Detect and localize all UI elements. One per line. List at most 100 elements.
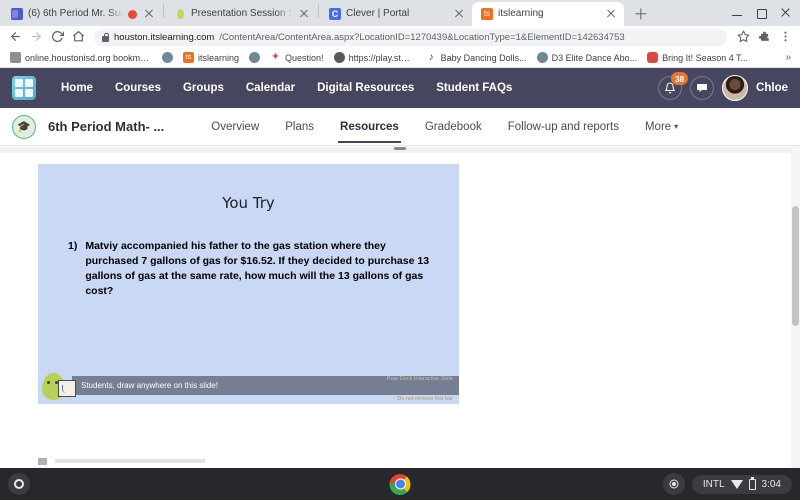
back-icon[interactable] xyxy=(6,28,24,46)
presentation-slide[interactable]: You Try 1) Matviy accompanied his father… xyxy=(38,164,459,404)
nav-item-courses[interactable]: Courses xyxy=(104,82,172,94)
nav-right-group: 38 Chloe xyxy=(658,75,788,101)
close-icon[interactable] xyxy=(142,7,156,21)
browser-tab-itslearning[interactable]: itslearning xyxy=(472,2,624,26)
close-icon[interactable] xyxy=(604,7,618,21)
course-tab-resources[interactable]: Resources xyxy=(327,110,412,143)
folder-icon xyxy=(10,52,21,63)
bookmark-item[interactable]: itslearning xyxy=(179,50,243,65)
nav-item-groups[interactable]: Groups xyxy=(172,82,235,94)
new-tab-button[interactable] xyxy=(630,3,652,25)
peardeck-note-line2: Do not remove this bar xyxy=(397,396,453,402)
bookmarks-overflow-button[interactable]: » xyxy=(785,52,794,63)
peardeck-bar: Students, draw anywhere on this slide! P… xyxy=(72,376,459,395)
globe-icon xyxy=(537,52,548,63)
system-status-area[interactable]: INTL 3:04 xyxy=(663,473,792,495)
bookmark-star-icon[interactable] xyxy=(734,28,752,46)
tab-strip: (6) 6th Period Mr. Suckie (M Presentatio… xyxy=(0,0,800,26)
extensions-icon[interactable] xyxy=(755,28,773,46)
nav-item-student-faqs[interactable]: Student FAQs xyxy=(425,82,523,94)
course-tab-more[interactable]: More▾ xyxy=(632,110,691,143)
close-window-button[interactable] xyxy=(774,3,796,23)
network-label: INTL xyxy=(703,479,725,490)
bookmark-label: Bring It! Season 4 T... xyxy=(662,53,748,63)
bookmark-label: Question! xyxy=(285,53,324,63)
bookmark-item[interactable]: ✦ Question! xyxy=(266,50,328,65)
graduation-cap-icon: 🎓 xyxy=(12,115,36,139)
system-shelf: INTL 3:04 xyxy=(0,468,800,500)
easel-icon xyxy=(58,380,76,397)
page-scrollbar[interactable] xyxy=(791,146,800,468)
course-tab-overview[interactable]: Overview xyxy=(198,110,272,143)
bookmark-label: Baby Dancing Dolls... xyxy=(441,53,527,63)
window-controls xyxy=(726,3,796,23)
tab-divider xyxy=(318,4,319,18)
bookmark-label: https://play.stmath.... xyxy=(349,53,416,63)
bookmarks-bar: online.houstonisd.org bookmarks itslearn… xyxy=(0,48,800,68)
dolls-icon: ♪ xyxy=(426,52,437,63)
nav-item-digital-resources[interactable]: Digital Resources xyxy=(306,82,425,94)
pear-mascot-icon xyxy=(40,366,76,400)
bookmark-item[interactable]: Bring It! Season 4 T... xyxy=(643,50,752,65)
course-tab-gradebook[interactable]: Gradebook xyxy=(412,110,495,143)
maximize-button[interactable] xyxy=(750,3,772,23)
bookmark-item[interactable]: ♪ Baby Dancing Dolls... xyxy=(422,50,531,65)
url-domain: houston.itslearning.com xyxy=(114,32,214,43)
globe-icon xyxy=(249,52,260,63)
slide-title: You Try xyxy=(38,194,459,212)
browser-toolbar: houston.itslearning.com/ContentArea/Cont… xyxy=(0,26,800,48)
home-icon[interactable] xyxy=(69,28,87,46)
bookmark-item[interactable]: https://play.stmath.... xyxy=(330,50,420,65)
slide-question: 1) Matviy accompanied his father to the … xyxy=(68,239,437,299)
chevron-down-icon: ▾ xyxy=(674,122,678,131)
minimize-button[interactable] xyxy=(726,3,748,23)
peardeck-note-line1: Pear Deck Interactive Slide xyxy=(387,376,453,382)
page-content: Home Courses Groups Calendar Digital Res… xyxy=(0,68,800,468)
notifications-button[interactable]: 38 xyxy=(658,76,682,100)
globe-icon xyxy=(162,52,173,63)
nav-item-home[interactable]: Home xyxy=(50,82,104,94)
url-path: /ContentArea/ContentArea.aspx?LocationID… xyxy=(219,32,624,43)
course-tab-plans[interactable]: Plans xyxy=(272,110,327,143)
avatar[interactable] xyxy=(722,75,748,101)
browser-tab-presentation[interactable]: Presentation Session Student xyxy=(165,2,317,26)
question-text: Matviy accompanied his father to the gas… xyxy=(85,239,437,299)
clipped-item-below xyxy=(38,458,268,466)
bookmark-label: D3 Elite Dance Abo... xyxy=(552,53,638,63)
close-icon[interactable] xyxy=(452,7,466,21)
launcher-button[interactable] xyxy=(8,473,30,495)
course-title: 6th Period Math- ... xyxy=(48,119,164,134)
shelf-app-list xyxy=(390,474,411,495)
browser-tab-clever[interactable]: Clever | Portal xyxy=(320,2,472,26)
stmath-icon xyxy=(334,52,345,63)
course-tab-followup-and-reports[interactable]: Follow-up and reports xyxy=(495,110,632,143)
bookmark-item[interactable]: online.houstonisd.org bookmarks xyxy=(6,50,156,65)
browser-tab-teams[interactable]: (6) 6th Period Mr. Suckie (M xyxy=(2,2,162,26)
screen-capture-icon[interactable] xyxy=(663,473,685,495)
tab-title: Presentation Session Student xyxy=(191,2,292,26)
reload-icon[interactable] xyxy=(48,28,66,46)
app-navigation-bar: Home Courses Groups Calendar Digital Res… xyxy=(0,68,800,108)
messages-button[interactable] xyxy=(690,76,714,100)
scrollbar-thumb[interactable] xyxy=(792,206,799,326)
bookmark-item[interactable] xyxy=(245,50,264,65)
recording-indicator-icon xyxy=(128,10,137,19)
close-icon[interactable] xyxy=(297,7,311,21)
itslearning-icon xyxy=(183,52,194,63)
content-scroll-area: You Try 1) Matviy accompanied his father… xyxy=(0,146,800,468)
teams-icon xyxy=(11,8,23,20)
status-tray[interactable]: INTL 3:04 xyxy=(692,475,792,494)
course-navigation-bar: 🎓 6th Period Math- ... Overview Plans Re… xyxy=(0,108,800,146)
chrome-menu-icon[interactable] xyxy=(776,28,794,46)
browser-window: (6) 6th Period Mr. Suckie (M Presentatio… xyxy=(0,0,800,468)
user-name[interactable]: Chloe xyxy=(756,82,788,94)
address-bar[interactable]: houston.itslearning.com/ContentArea/Cont… xyxy=(94,29,727,46)
chrome-taskbar-icon[interactable] xyxy=(390,474,411,495)
itslearning-logo[interactable] xyxy=(12,76,36,100)
nav-item-calendar[interactable]: Calendar xyxy=(235,82,306,94)
clock: 3:04 xyxy=(762,479,781,490)
bookmark-item[interactable] xyxy=(158,50,177,65)
bookmark-item[interactable]: D3 Elite Dance Abo... xyxy=(533,50,642,65)
itslearning-icon xyxy=(481,8,493,20)
bookmark-label: online.houstonisd.org bookmarks xyxy=(25,53,152,63)
